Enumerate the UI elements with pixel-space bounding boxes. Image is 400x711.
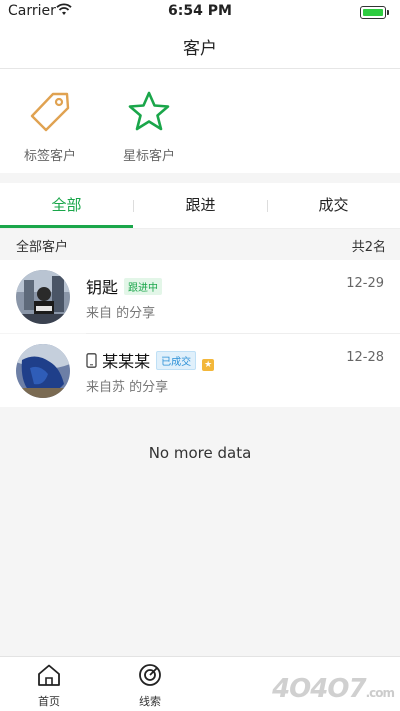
tab-all-label: 全部 [51,196,82,214]
customer-name: 某某某 已成交 ★ [86,348,215,372]
customer-source: 来自 的分享 [86,306,156,321]
watermark-logo: 4O4O7.com [272,674,395,704]
page-title: 客户 [183,39,217,59]
tab-home-label: 首页 [38,695,60,708]
tag-customers-label: 标签客户 [23,149,76,164]
avatar [16,270,70,324]
clock: 6:54 PM [168,3,232,19]
star-customers-button[interactable]: 星标客户 [114,89,184,164]
customer-date: 12-28 [346,350,384,365]
quick-actions: 标签客户 星标客户 [0,69,400,173]
no-more-data: No more data [148,444,252,462]
list-summary-title: 全部客户 [16,240,69,255]
tab-closed[interactable]: 成交 [267,183,400,228]
tab-follow-up[interactable]: 跟进 [134,183,267,228]
status-badge: 已成交 [156,351,197,370]
customer-name: 钥匙 跟进中 [86,274,163,298]
customer-row[interactable]: 钥匙 跟进中 来自 的分享 12-29 [0,260,400,333]
battery-icon [360,6,389,19]
tab-home[interactable]: 首页 [14,663,84,709]
list-summary-count: 共2名 [351,240,386,255]
star-icon [126,91,172,139]
filter-tabs: 全部 跟进 成交 [0,183,400,229]
avatar [16,344,70,398]
tag-customers-button[interactable]: 标签客户 [15,89,85,164]
tab-leads[interactable]: 线索 [115,663,185,709]
star-customers-label: 星标客户 [122,149,175,164]
target-icon [137,664,163,691]
active-tab-indicator [0,225,133,228]
phone-icon [86,352,102,371]
tab-leads-label: 线索 [139,695,161,708]
status-badge: 跟进中 [124,278,163,295]
home-icon [36,664,62,691]
starred-icon: ★ [202,359,215,371]
customer-source: 来自苏 的分享 [86,380,169,395]
status-bar: Carrier 6:54 PM [0,0,400,22]
tab-follow-up-label: 跟进 [185,196,216,214]
list-summary: 全部客户 共2名 [0,229,400,259]
tag-icon [27,92,73,139]
tab-closed-label: 成交 [318,196,349,214]
nav-bar: 客户 [0,22,400,69]
customer-row[interactable]: 某某某 已成交 ★ 来自苏 的分享 12-28 [0,334,400,407]
tab-all[interactable]: 全部 [0,183,133,228]
customer-date: 12-29 [346,276,384,291]
